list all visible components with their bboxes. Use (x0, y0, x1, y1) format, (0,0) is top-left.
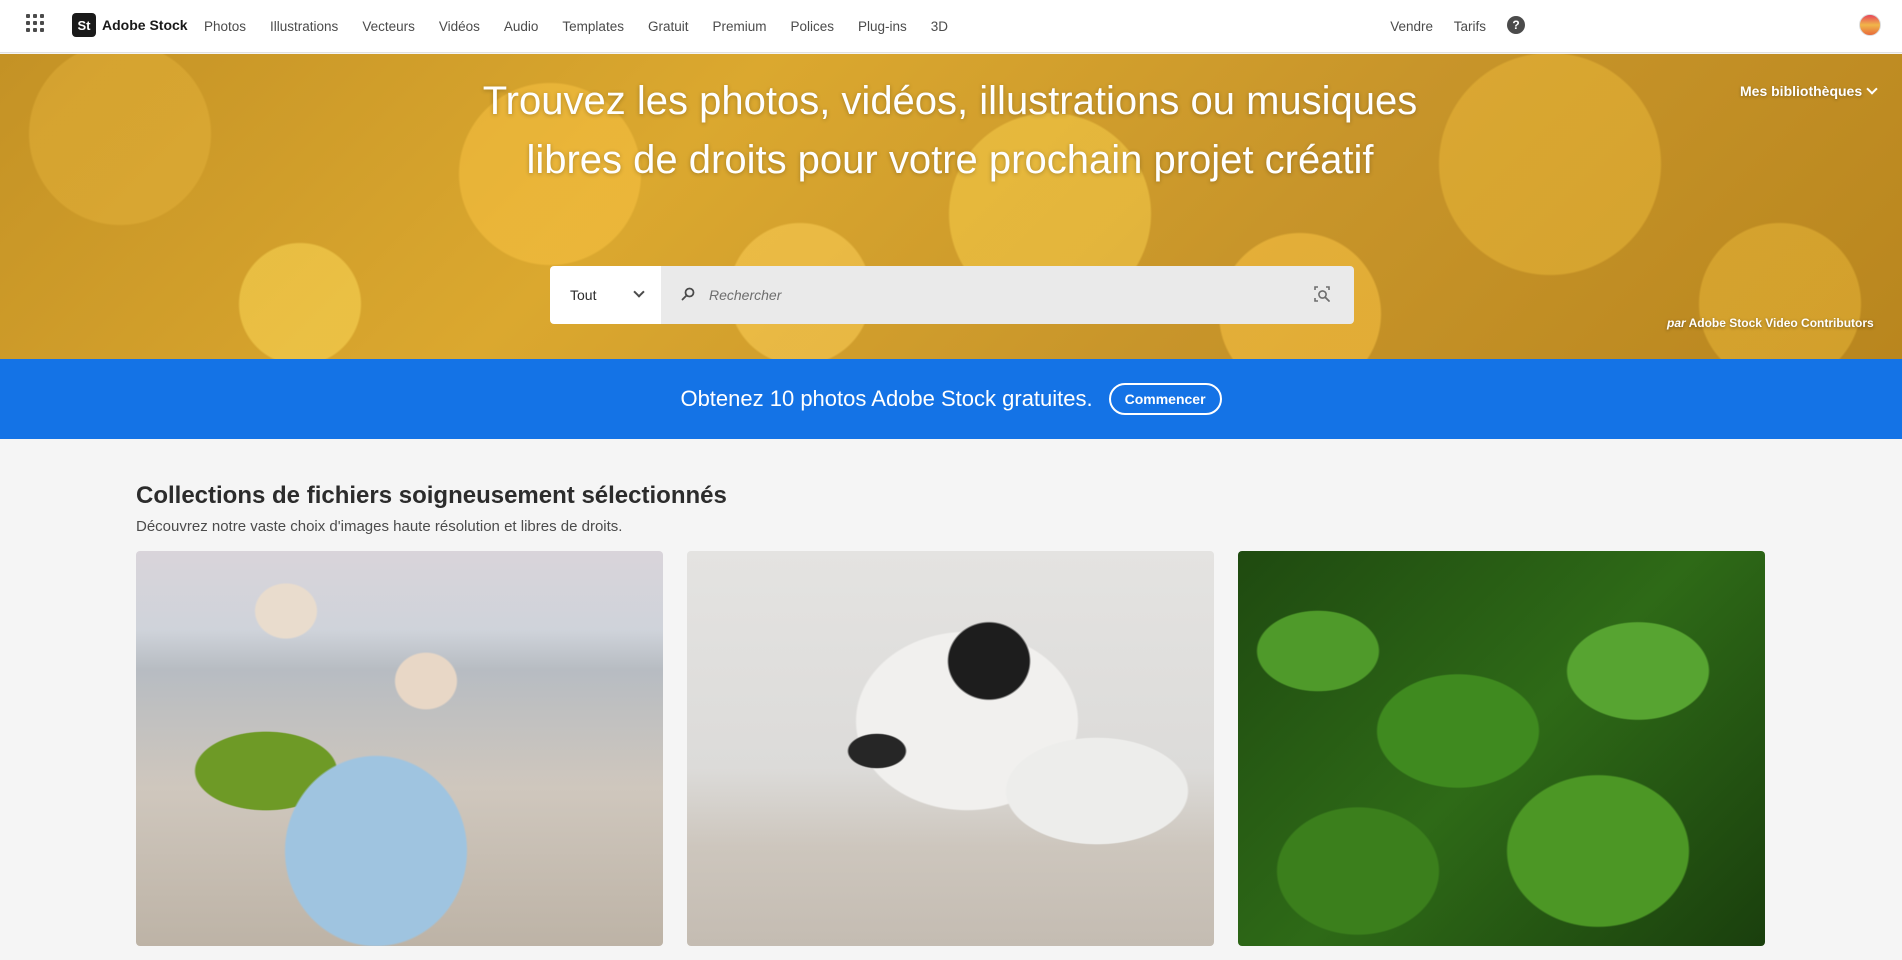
collection-card-architecture[interactable] (687, 551, 1214, 946)
search-field (661, 266, 1354, 324)
visual-search-icon[interactable] (1313, 285, 1331, 303)
collections-subtitle: Découvrez notre vaste choix d'images hau… (136, 518, 623, 535)
image-credit[interactable]: par Adobe Stock Video Contributors (1667, 316, 1874, 330)
collections-title: Collections de fichiers soigneusement sé… (136, 482, 727, 509)
start-button[interactable]: Commencer (1108, 383, 1222, 415)
promo-text: Obtenez 10 photos Adobe Stock gratuites. (680, 386, 1093, 411)
promo-banner: Obtenez 10 photos Adobe Stock gratuites.… (0, 359, 1902, 439)
sell-link[interactable]: Vendre (1390, 19, 1433, 34)
chevron-down-icon (1866, 82, 1878, 95)
top-navigation: St Adobe Stock Photos Illustrations Vect… (0, 0, 1902, 53)
avatar[interactable] (1859, 14, 1881, 36)
search-icon (681, 287, 695, 301)
credit-prefix: par (1667, 316, 1686, 330)
hero-title: Trouvez les photos, vidéos, illustration… (482, 79, 1418, 182)
pricing-link[interactable]: Tarifs (1454, 19, 1486, 34)
libraries-label: Mes bibliothèques (1740, 83, 1863, 99)
collection-card-family-beach[interactable] (136, 551, 663, 946)
category-value: Tout (570, 287, 597, 303)
collection-card-mint-leaves[interactable] (1238, 551, 1765, 946)
chevron-down-icon (633, 286, 645, 298)
credit-name: Adobe Stock Video Contributors (1688, 316, 1874, 330)
search-bar: Tout (550, 266, 1354, 324)
hero-banner: Trouvez les photos, vidéos, illustration… (0, 54, 1902, 359)
question-icon[interactable]: ? (1507, 16, 1525, 34)
category-select[interactable]: Tout (550, 266, 661, 324)
search-input[interactable] (709, 266, 1289, 324)
libraries-dropdown[interactable]: Mes bibliothèques (1740, 82, 1878, 99)
nav-right: Vendre Tarifs ? (0, 0, 1902, 53)
